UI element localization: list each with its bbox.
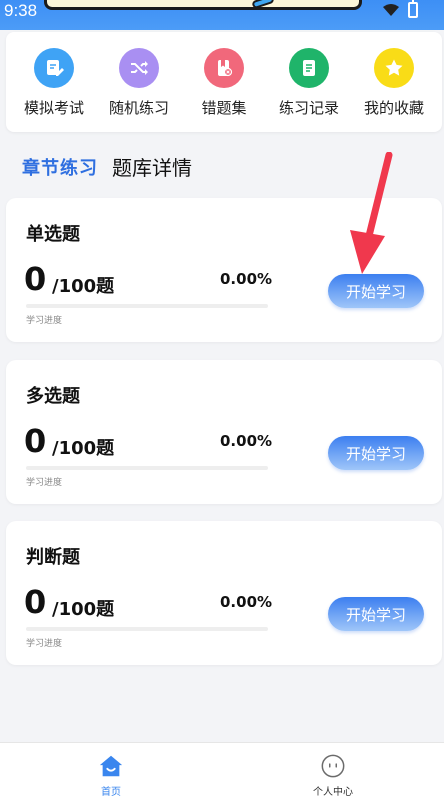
quick-item-random-practice[interactable]: 随机练习 xyxy=(97,32,181,132)
card-title: 多选题 xyxy=(26,386,80,407)
tab-question-bank-details[interactable]: 题库详情 xyxy=(112,152,192,183)
pencil-doc-icon xyxy=(34,48,74,88)
quick-item-label: 我的收藏 xyxy=(363,99,424,117)
quick-item-favorites[interactable]: 我的收藏 xyxy=(352,32,436,132)
quick-item-wrong-questions[interactable]: 错题集 xyxy=(182,32,266,132)
annotation-arrow-icon xyxy=(350,152,393,274)
status-time: 9:38 xyxy=(4,1,38,20)
error-book-icon xyxy=(204,48,244,88)
progress-label: 学习进度 xyxy=(26,478,63,488)
shuffle-icon xyxy=(119,48,159,88)
start-study-button[interactable]: 开始学习 xyxy=(328,597,424,631)
top-banner: 9:38 xyxy=(0,0,444,30)
nav-profile[interactable]: 个人中心 xyxy=(222,743,444,798)
nav-label: 首页 xyxy=(101,787,121,798)
quick-item-practice-record[interactable]: 练习记录 xyxy=(267,32,351,132)
banner-illustration xyxy=(44,0,362,10)
progress-percent: 0.00% xyxy=(220,432,273,450)
quick-item-label: 练习记录 xyxy=(278,99,339,117)
completed-count: 0 xyxy=(24,583,47,621)
status-icons xyxy=(382,0,418,18)
progress-bar xyxy=(26,627,268,631)
home-icon xyxy=(99,755,123,777)
start-study-button[interactable]: 开始学习 xyxy=(328,436,424,470)
nav-label: 个人中心 xyxy=(313,787,353,798)
card-title: 判断题 xyxy=(26,547,80,568)
progress-percent: 0.00% xyxy=(220,593,273,611)
nav-home[interactable]: 首页 xyxy=(0,743,222,798)
progress-label: 学习进度 xyxy=(26,316,63,326)
quick-item-mock-exam[interactable]: 模拟考试 xyxy=(12,32,96,132)
question-card-multiple-choice: 多选题 0 /100题 0.00% 学习进度 开始学习 xyxy=(6,360,442,504)
quick-item-label: 错题集 xyxy=(201,99,247,117)
question-card-true-false: 判断题 0 /100题 0.00% 学习进度 开始学习 xyxy=(6,521,442,665)
star-icon xyxy=(374,48,414,88)
quick-menu: 模拟考试 随机练习 错题集 练习记录 我的收藏 xyxy=(6,32,442,132)
bottom-navigation: 首页 个人中心 xyxy=(0,742,444,798)
battery-icon xyxy=(408,0,418,18)
total-count: /100题 xyxy=(52,438,115,459)
completed-count: 0 xyxy=(24,422,47,460)
total-count: /100题 xyxy=(52,599,115,620)
progress-label: 学习进度 xyxy=(26,639,63,649)
completed-count: 0 xyxy=(24,260,47,298)
progress-percent: 0.00% xyxy=(220,270,273,288)
quick-item-label: 随机练习 xyxy=(108,99,169,117)
profile-icon xyxy=(321,754,345,778)
tab-chapter-practice[interactable]: 章节练习 xyxy=(22,154,98,183)
quick-item-label: 模拟考试 xyxy=(23,99,84,117)
section-tabs: 章节练习 题库详情 xyxy=(22,152,192,183)
start-study-button[interactable]: 开始学习 xyxy=(328,274,424,308)
record-icon xyxy=(289,48,329,88)
wifi-icon xyxy=(383,4,399,16)
progress-bar xyxy=(26,466,268,470)
progress-bar xyxy=(26,304,268,308)
total-count: /100题 xyxy=(52,276,115,297)
card-title: 单选题 xyxy=(26,224,80,245)
